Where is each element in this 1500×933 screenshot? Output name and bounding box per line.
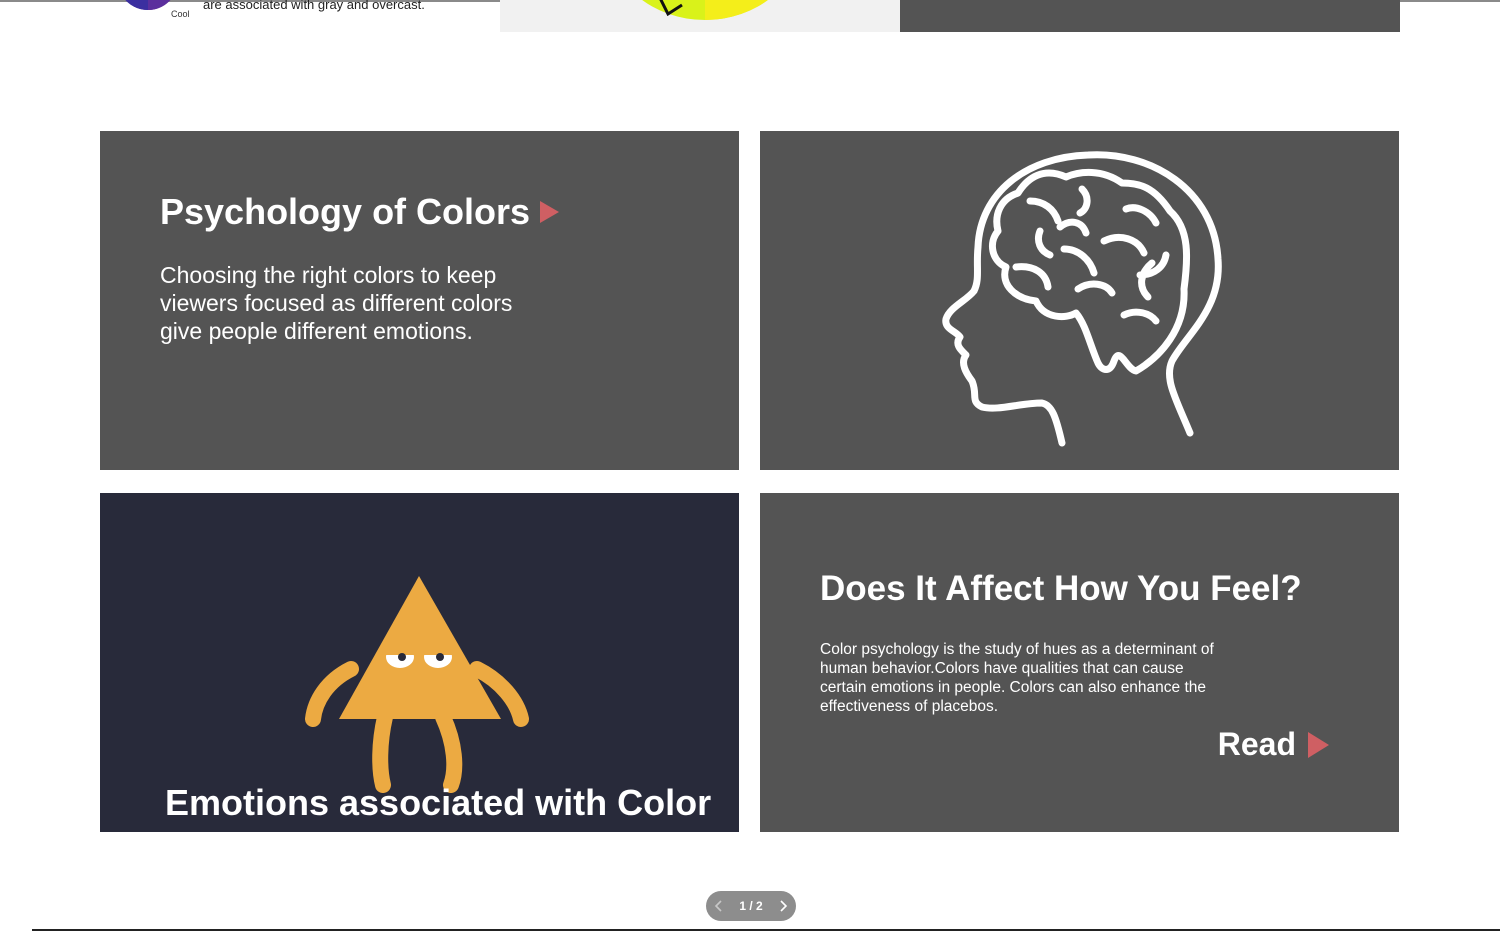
head-brain-outline-icon bbox=[942, 151, 1222, 447]
chevron-right-icon bbox=[780, 900, 788, 912]
pagination: 1 / 2 bbox=[706, 891, 796, 921]
color-wheel-caption: are associated with gray and overcast. bbox=[203, 0, 425, 12]
bottom-divider bbox=[32, 929, 1500, 931]
psychology-tile[interactable]: Psychology of Colors Choosing the right … bbox=[100, 131, 739, 470]
feel-title: Does It Affect How You Feel? bbox=[820, 569, 1302, 608]
color-wheel-label: Cool bbox=[171, 9, 190, 19]
psychology-title[interactable]: Psychology of Colors bbox=[160, 191, 560, 233]
page-indicator: 1 / 2 bbox=[739, 899, 763, 913]
color-chart-image bbox=[500, 0, 900, 32]
brain-tile bbox=[760, 131, 1399, 470]
play-arrow-icon bbox=[540, 201, 560, 224]
psychology-title-text: Psychology of Colors bbox=[160, 191, 531, 232]
play-arrow-icon bbox=[1308, 731, 1329, 758]
next-page-button[interactable] bbox=[770, 891, 796, 921]
emotions-tile[interactable]: Emotions associated with Color bbox=[100, 493, 739, 832]
read-button[interactable]: Read bbox=[1218, 726, 1329, 763]
chevron-left-icon bbox=[714, 900, 722, 912]
read-button-label: Read bbox=[1217, 726, 1296, 762]
feel-description: Color psychology is the study of hues as… bbox=[820, 641, 1214, 715]
psychology-description: Choosing the right colors to keep viewer… bbox=[160, 262, 513, 344]
triangle-character-icon bbox=[305, 576, 529, 793]
previous-page-button[interactable] bbox=[706, 891, 732, 921]
emotions-title[interactable]: Emotions associated with Color bbox=[165, 782, 711, 824]
feel-tile: Does It Affect How You Feel? Color psych… bbox=[760, 493, 1399, 832]
dark-panel bbox=[900, 0, 1400, 32]
